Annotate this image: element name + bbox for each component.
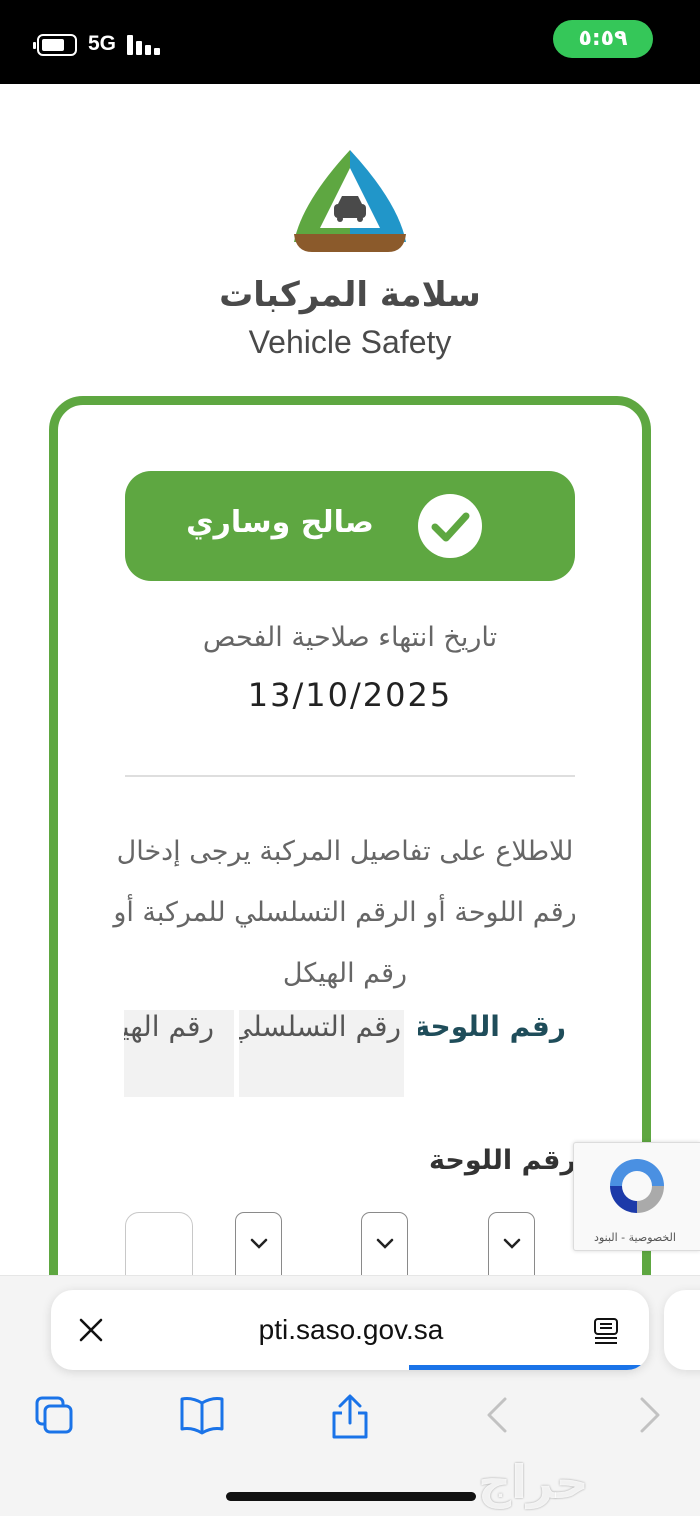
recaptcha-links[interactable]: الخصوصية - البنود (574, 1231, 696, 1244)
plate-number-label: رقم اللوحة (429, 1145, 576, 1176)
next-tab-preview[interactable] (664, 1290, 700, 1370)
page-load-progress (409, 1365, 649, 1370)
divider (125, 775, 575, 777)
recaptcha-icon (610, 1159, 664, 1213)
brand-name-arabic: سلامة المركبات (219, 275, 481, 315)
tabs-icon[interactable] (32, 1393, 76, 1437)
battery-icon (33, 34, 77, 56)
chevron-down-icon (503, 1238, 521, 1249)
share-icon[interactable] (328, 1393, 372, 1441)
close-icon[interactable] (77, 1316, 105, 1344)
reader-icon[interactable] (591, 1316, 621, 1346)
network-type: 5G (88, 32, 117, 55)
brand-name-english: Vehicle Safety (248, 324, 452, 360)
watermark: حراج (478, 1455, 589, 1509)
tab-serial-number[interactable]: رقم التسلسلي (239, 1010, 404, 1097)
forward-icon[interactable] (636, 1393, 664, 1437)
clock[interactable]: ٥:٥٩ (553, 20, 653, 58)
url-text[interactable]: pti.saso.gov.sa (151, 1314, 551, 1346)
instructions-text: للاطلاع على تفاصيل المركبة يرجى إدخال رق… (113, 836, 577, 989)
chevron-down-icon (376, 1238, 394, 1249)
back-icon[interactable] (483, 1393, 511, 1437)
tab-plate-number[interactable]: رقم اللوحة (418, 1010, 566, 1097)
vehicle-safety-logo (294, 150, 406, 252)
home-indicator[interactable] (226, 1492, 476, 1501)
address-bar[interactable]: pti.saso.gov.sa (51, 1290, 649, 1370)
status-bar: 5G ٥:٥٩ (0, 0, 700, 84)
recaptcha-badge[interactable]: الخصوصية - البنود (573, 1142, 700, 1251)
check-icon (418, 494, 482, 558)
expiry-label: تاريخ انتهاء صلاحية الفحص (202, 622, 498, 653)
signal-icon (127, 35, 161, 55)
bookmarks-icon[interactable] (178, 1393, 226, 1437)
expiry-date: 13/10/2025 (247, 676, 453, 714)
chevron-down-icon (250, 1238, 268, 1249)
status-text: صالح وساري (186, 505, 374, 540)
tab-chassis-number[interactable]: رقم الهيكل (124, 1010, 234, 1097)
